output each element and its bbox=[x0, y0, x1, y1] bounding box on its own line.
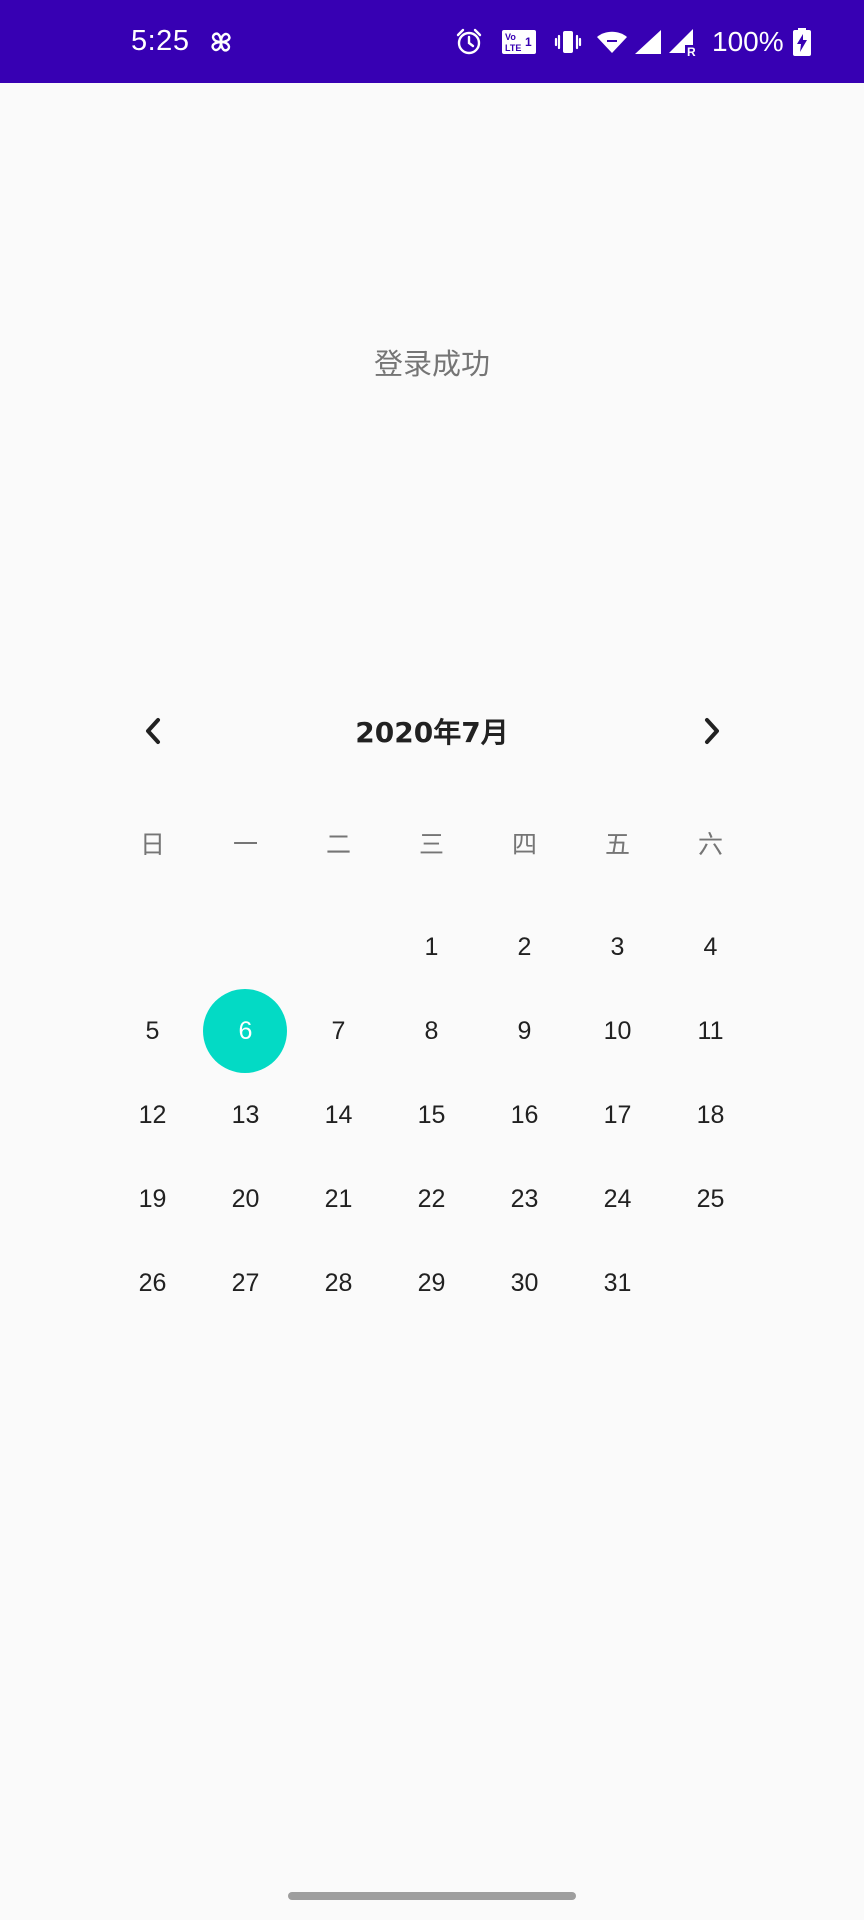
day-cell-9[interactable]: 9 bbox=[478, 989, 571, 1073]
day-number: 4 bbox=[703, 932, 718, 961]
day-cell-24[interactable]: 24 bbox=[571, 1157, 664, 1241]
svg-text:1: 1 bbox=[525, 35, 532, 49]
weekday-label: 四 bbox=[511, 830, 537, 859]
volte-icon: Vo LTE 1 bbox=[500, 0, 538, 83]
day-cell-30[interactable]: 30 bbox=[478, 1241, 571, 1325]
day-number: 6 bbox=[238, 1016, 253, 1045]
battery-percent: 100% bbox=[712, 26, 784, 57]
day-number: 26 bbox=[138, 1268, 167, 1297]
day-number: 23 bbox=[510, 1184, 539, 1213]
weekday-label: 一 bbox=[232, 830, 258, 859]
day-cell-25[interactable]: 25 bbox=[664, 1157, 757, 1241]
day-number: 11 bbox=[697, 1016, 724, 1045]
chevron-right-icon bbox=[701, 716, 723, 750]
day-number: 28 bbox=[324, 1268, 353, 1297]
weekday-label: 三 bbox=[418, 830, 444, 859]
day-cell-empty bbox=[292, 905, 385, 989]
day-number: 10 bbox=[603, 1016, 632, 1045]
svg-text:R: R bbox=[687, 45, 696, 57]
day-cell-17[interactable]: 17 bbox=[571, 1073, 664, 1157]
day-number: 21 bbox=[324, 1184, 353, 1213]
day-number: 18 bbox=[696, 1100, 725, 1129]
day-number: 13 bbox=[231, 1100, 260, 1129]
calendar-header: 2020年7月 bbox=[106, 695, 758, 771]
day-cell-15[interactable]: 15 bbox=[385, 1073, 478, 1157]
day-number: 8 bbox=[424, 1016, 439, 1045]
signal-roaming-icon: R bbox=[666, 0, 702, 83]
day-number: 25 bbox=[696, 1184, 725, 1213]
weekday-label: 五 bbox=[604, 830, 630, 859]
day-number: 17 bbox=[603, 1100, 632, 1129]
day-cell-26[interactable]: 26 bbox=[106, 1241, 199, 1325]
day-number: 31 bbox=[603, 1268, 632, 1297]
weekday-header-row: 日 一 二 三 四 五 六 bbox=[106, 810, 758, 880]
day-number: 16 bbox=[510, 1100, 539, 1129]
day-cell-8[interactable]: 8 bbox=[385, 989, 478, 1073]
day-cell-6[interactable]: 6 bbox=[199, 989, 292, 1073]
vibrate-icon bbox=[552, 0, 584, 83]
day-number: 22 bbox=[417, 1184, 446, 1213]
weekday-label: 日 bbox=[139, 830, 165, 859]
gesture-navigation-bar[interactable] bbox=[288, 1892, 576, 1900]
weekday-label: 六 bbox=[697, 830, 723, 859]
day-number: 9 bbox=[517, 1016, 532, 1045]
day-number: 24 bbox=[603, 1184, 632, 1213]
day-cell-29[interactable]: 29 bbox=[385, 1241, 478, 1325]
pinwheel-icon bbox=[205, 0, 237, 83]
day-cell-5[interactable]: 5 bbox=[106, 989, 199, 1073]
day-number: 5 bbox=[145, 1016, 160, 1045]
day-number: 15 bbox=[417, 1100, 446, 1129]
day-cell-22[interactable]: 22 bbox=[385, 1157, 478, 1241]
days-grid: 1 2 3 4 5 6 7 8 9 10 11 12 13 14 15 16 17 18 19 20 21 22 23 24 2… bbox=[106, 905, 758, 1325]
day-number: 29 bbox=[417, 1268, 446, 1297]
day-cell-2[interactable]: 2 bbox=[478, 905, 571, 989]
day-cell-21[interactable]: 21 bbox=[292, 1157, 385, 1241]
day-cell-3[interactable]: 3 bbox=[571, 905, 664, 989]
day-cell-28[interactable]: 28 bbox=[292, 1241, 385, 1325]
day-cell-empty bbox=[106, 905, 199, 989]
day-number: 2 bbox=[517, 932, 532, 961]
day-cell-14[interactable]: 14 bbox=[292, 1073, 385, 1157]
day-number: 7 bbox=[331, 1016, 346, 1045]
month-title: 2020年7月 bbox=[355, 716, 509, 749]
weekday-label: 二 bbox=[325, 830, 351, 859]
signal-icon bbox=[632, 0, 664, 83]
day-number: 12 bbox=[138, 1100, 167, 1129]
day-cell-1[interactable]: 1 bbox=[385, 905, 478, 989]
alarm-icon bbox=[453, 0, 485, 83]
battery-charging-icon bbox=[790, 0, 814, 83]
day-number: 3 bbox=[610, 932, 625, 961]
login-success-message: 登录成功 bbox=[373, 347, 490, 381]
day-cell-20[interactable]: 20 bbox=[199, 1157, 292, 1241]
day-cell-4[interactable]: 4 bbox=[664, 905, 757, 989]
svg-text:Vo: Vo bbox=[505, 32, 516, 42]
day-cell-7[interactable]: 7 bbox=[292, 989, 385, 1073]
day-cell-10[interactable]: 10 bbox=[571, 989, 664, 1073]
day-cell-empty bbox=[199, 905, 292, 989]
day-number: 27 bbox=[231, 1268, 260, 1297]
previous-month-button[interactable] bbox=[125, 695, 181, 771]
calendar: 2020年7月 日 一 二 三 四 五 六 1 2 3 4 5 6 7 8 9 10 11 12 13 1… bbox=[106, 695, 758, 1297]
next-month-button[interactable] bbox=[684, 695, 740, 771]
wifi-icon bbox=[594, 0, 630, 83]
day-cell-13[interactable]: 13 bbox=[199, 1073, 292, 1157]
status-bar: 5:25 Vo LTE 1 R 100% bbox=[0, 0, 864, 83]
day-cell-31[interactable]: 31 bbox=[571, 1241, 664, 1325]
day-number: 19 bbox=[138, 1184, 167, 1213]
day-cell-11[interactable]: 11 bbox=[664, 989, 757, 1073]
day-number: 30 bbox=[510, 1268, 539, 1297]
day-cell-12[interactable]: 12 bbox=[106, 1073, 199, 1157]
svg-text:LTE: LTE bbox=[505, 43, 521, 53]
day-cell-16[interactable]: 16 bbox=[478, 1073, 571, 1157]
chevron-left-icon bbox=[142, 716, 164, 750]
day-cell-23[interactable]: 23 bbox=[478, 1157, 571, 1241]
day-number: 14 bbox=[324, 1100, 353, 1129]
status-time: 5:25 bbox=[131, 25, 190, 57]
day-number: 20 bbox=[231, 1184, 260, 1213]
day-number: 1 bbox=[424, 932, 439, 961]
day-cell-empty bbox=[664, 1241, 757, 1325]
day-cell-19[interactable]: 19 bbox=[106, 1157, 199, 1241]
day-cell-27[interactable]: 27 bbox=[199, 1241, 292, 1325]
day-cell-18[interactable]: 18 bbox=[664, 1073, 757, 1157]
